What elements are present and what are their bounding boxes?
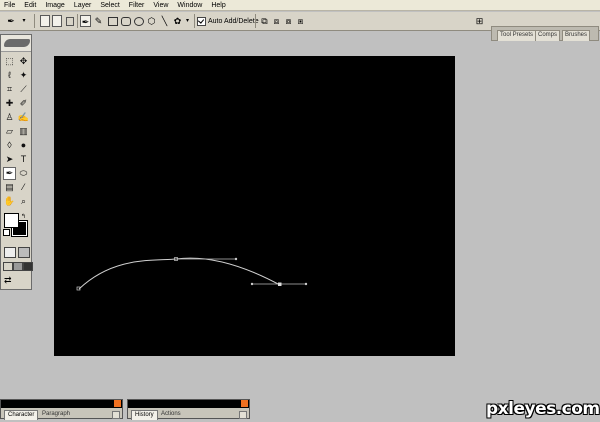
- panel-titlebar: [128, 400, 249, 408]
- work-path: [76, 257, 308, 291]
- path-curve: [78, 257, 281, 290]
- hand-tool-icon[interactable]: ✋: [3, 195, 16, 208]
- line-icon[interactable]: ╲: [159, 15, 170, 27]
- toolbox-header: [1, 35, 31, 52]
- pen-icon[interactable]: ✒: [80, 15, 91, 27]
- menu-filter[interactable]: Filter: [129, 0, 145, 11]
- paths-button[interactable]: [52, 15, 62, 27]
- freeform-pen-icon[interactable]: ✎: [93, 15, 104, 27]
- default-colors-icon[interactable]: [3, 229, 10, 236]
- file-browser-icon[interactable]: ⊞: [473, 15, 486, 27]
- slice-tool-icon[interactable]: ⟋: [17, 83, 30, 96]
- tool-preset-pen-icon[interactable]: ✒: [4, 15, 18, 27]
- eyedropper-tool-icon[interactable]: ⁄: [17, 181, 30, 194]
- close-icon[interactable]: [241, 400, 248, 407]
- history-brush-tool-icon[interactable]: ✍: [17, 111, 30, 124]
- screen-mode-menubar-icon[interactable]: [13, 262, 23, 271]
- separator: [34, 14, 35, 28]
- standard-mode-icon[interactable]: [4, 247, 16, 258]
- eraser-tool-icon[interactable]: ▱: [3, 125, 16, 138]
- move-tool-icon[interactable]: ✥: [17, 55, 30, 68]
- marquee-tool-icon[interactable]: ⬚: [3, 55, 16, 68]
- options-bar: ✒ ▾ ✒ ✎ ⬡ ╲ ✿ ▾ Auto Add/Delete ⧉ ⧈ ⧇ ⧆ …: [0, 12, 600, 41]
- auto-add-delete-option[interactable]: Auto Add/Delete: [197, 15, 259, 27]
- notes-tool-icon[interactable]: ▤: [3, 181, 16, 194]
- gradient-tool-icon[interactable]: ▥: [17, 125, 30, 138]
- tab-comps[interactable]: Comps: [535, 30, 561, 41]
- anchor-point-selected[interactable]: [278, 282, 282, 287]
- auto-add-delete-checkbox[interactable]: [197, 16, 206, 26]
- separator: [77, 14, 78, 28]
- separator: [194, 14, 195, 28]
- clone-stamp-tool-icon[interactable]: ♙: [3, 111, 16, 124]
- direction-handle[interactable]: [234, 257, 238, 261]
- menu-bar: File Edit Image Layer Select Filter View…: [0, 0, 600, 11]
- magic-wand-tool-icon[interactable]: ✦: [17, 69, 30, 82]
- swap-colors-icon[interactable]: ↰: [21, 213, 26, 220]
- menu-view[interactable]: View: [153, 0, 168, 11]
- menu-layer[interactable]: Layer: [74, 0, 92, 11]
- tab-actions[interactable]: Actions: [158, 410, 184, 419]
- crop-tool-icon[interactable]: ⌗: [3, 83, 16, 96]
- polygon-icon[interactable]: ⬡: [146, 15, 157, 27]
- shape-layers-button[interactable]: [40, 15, 50, 27]
- foreground-color-swatch[interactable]: [4, 213, 19, 228]
- subtract-from-path-icon[interactable]: ⧈: [271, 15, 282, 27]
- path-selection-tool-icon[interactable]: ➤: [3, 153, 16, 166]
- zoom-tool-icon[interactable]: ⌕: [17, 195, 30, 208]
- panel-titlebar: [1, 400, 122, 408]
- custom-shape-icon[interactable]: ✿: [172, 15, 183, 27]
- watermark-logo: pxleyes.com: [486, 399, 600, 419]
- close-icon[interactable]: [114, 400, 121, 407]
- menu-select[interactable]: Select: [100, 0, 119, 11]
- tool-grid: ⬚ ✥ ℓ ✦ ⌗ ⟋ ✚ ✐ ♙ ✍ ▱ ▥ ◊ ● ➤ T ✒ ⬭ ▤ ⁄ …: [3, 55, 31, 208]
- panel-menu-icon[interactable]: [112, 411, 120, 419]
- rounded-rectangle-icon[interactable]: [120, 15, 131, 27]
- auto-add-delete-label: Auto Add/Delete: [208, 17, 259, 25]
- menu-edit[interactable]: Edit: [24, 0, 36, 11]
- direction-handle[interactable]: [250, 282, 254, 286]
- fill-pixels-button[interactable]: [64, 15, 74, 27]
- tab-character[interactable]: Character: [4, 410, 39, 420]
- lasso-tool-icon[interactable]: ℓ: [3, 69, 16, 82]
- screen-mode-standard-icon[interactable]: [3, 262, 13, 271]
- character-paragraph-panel: Character Paragraph: [0, 399, 123, 420]
- tab-brushes[interactable]: Brushes: [562, 30, 591, 41]
- dodge-tool-icon[interactable]: ●: [17, 139, 30, 152]
- rectangle-shape-icon[interactable]: [107, 15, 118, 27]
- menu-image[interactable]: Image: [45, 0, 64, 11]
- screen-mode-full-icon[interactable]: [23, 262, 33, 271]
- ellipse-icon[interactable]: [133, 15, 144, 27]
- tab-paragraph[interactable]: Paragraph: [39, 410, 73, 419]
- shape-options-dropdown-icon[interactable]: ▾: [184, 15, 191, 27]
- separator: [255, 14, 256, 28]
- blur-tool-icon[interactable]: ◊: [3, 139, 16, 152]
- tool-preset-dropdown-icon[interactable]: ▾: [20, 15, 28, 27]
- type-tool-icon[interactable]: T: [17, 153, 30, 166]
- feather-logo-icon: [4, 39, 30, 47]
- add-to-path-icon[interactable]: ⧉: [259, 15, 270, 27]
- tab-tool-presets[interactable]: Tool Presets: [497, 30, 537, 41]
- pen-tool-icon[interactable]: ✒: [3, 167, 16, 180]
- direction-handle[interactable]: [304, 282, 308, 286]
- toolbox: ⬚ ✥ ℓ ✦ ⌗ ⟋ ✚ ✐ ♙ ✍ ▱ ▥ ◊ ● ➤ T ✒ ⬭ ▤ ⁄ …: [0, 34, 33, 290]
- tab-history[interactable]: History: [131, 410, 158, 420]
- intersect-path-icon[interactable]: ⧇: [283, 15, 294, 27]
- panel-menu-icon[interactable]: [239, 411, 247, 419]
- brush-tool-icon[interactable]: ✐: [17, 97, 30, 110]
- palette-well: Tool Presets Comps Brushes: [491, 26, 599, 41]
- exclude-overlap-icon[interactable]: ⧆: [295, 15, 306, 27]
- history-actions-panel: History Actions: [127, 399, 250, 420]
- menu-window[interactable]: Window: [177, 0, 202, 11]
- healing-brush-tool-icon[interactable]: ✚: [3, 97, 16, 110]
- menu-file[interactable]: File: [4, 0, 15, 11]
- menu-help[interactable]: Help: [211, 0, 225, 11]
- quick-mask-mode-icon[interactable]: [18, 247, 30, 258]
- ellipse-tool-icon[interactable]: ⬭: [17, 167, 30, 180]
- jump-to-imageready-icon[interactable]: ⇄: [4, 275, 12, 286]
- document-canvas[interactable]: [54, 56, 455, 356]
